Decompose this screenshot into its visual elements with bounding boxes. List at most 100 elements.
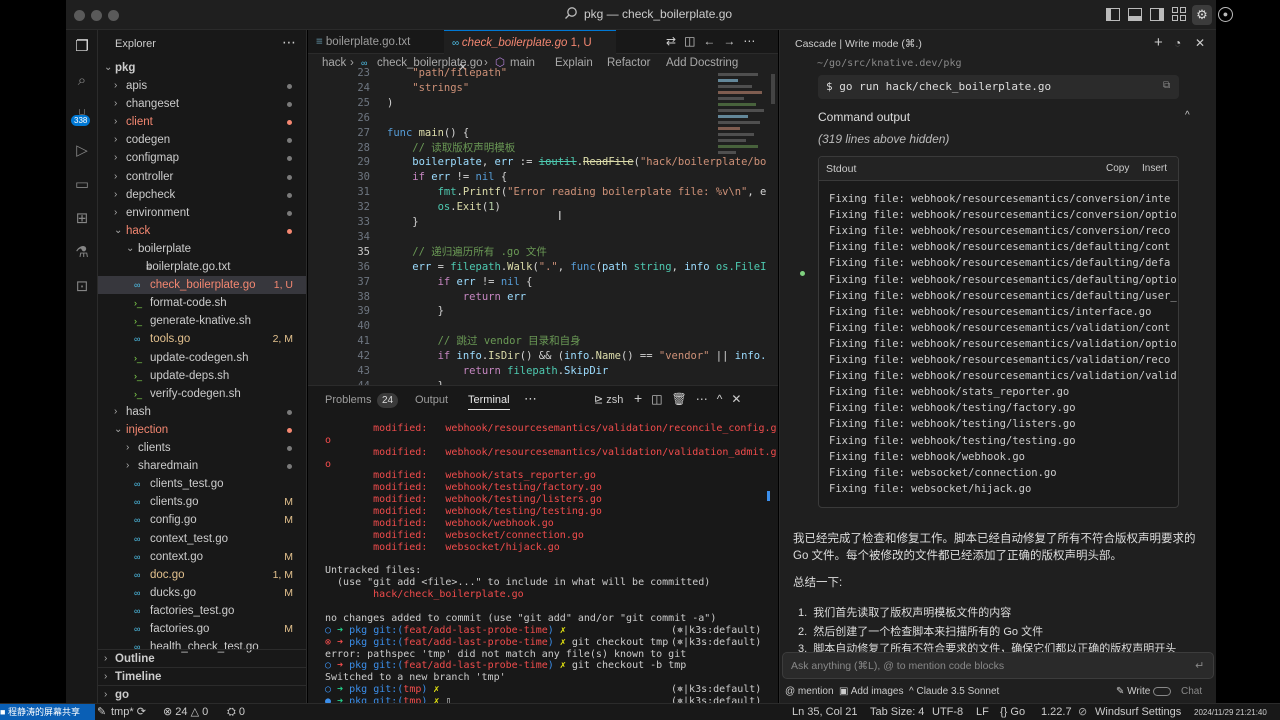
line-ending[interactable]: LF — [976, 704, 989, 720]
code-line[interactable]: 31 fmt.Printf("Error reading boilerplate… — [308, 185, 778, 200]
window-title[interactable]: pkg — check_boilerplate.go — [584, 7, 732, 21]
close-panel-icon[interactable]: ✕ — [731, 392, 750, 406]
tree-item-hash[interactable]: › hash — [98, 403, 306, 421]
tree-item-update-codegen-sh[interactable]: ›_ update-codegen.sh — [98, 349, 306, 367]
tab-output[interactable]: Output — [415, 394, 448, 406]
go-version[interactable]: 1.22.7 — [1041, 704, 1072, 720]
tree-item-depcheck[interactable]: › depcheck — [98, 186, 306, 204]
model-selector[interactable]: ^ Claude 3.5 Sonnet — [909, 686, 999, 697]
tree-item-apis[interactable]: › apis — [98, 77, 306, 95]
toggle-panel-icon[interactable] — [1128, 8, 1142, 21]
history-icon[interactable]: ◔ — [1174, 36, 1181, 50]
outline-section[interactable]: › Outline — [98, 649, 306, 667]
tree-item-boilerplate[interactable]: ⌄ boilerplate — [98, 240, 306, 258]
branch-indicator[interactable]: tmp* ⟳ — [111, 704, 146, 720]
go-back-icon[interactable]: ← — [703, 34, 723, 48]
panel-more-icon[interactable]: ⋯ — [524, 391, 537, 407]
code-line[interactable]: 39 } — [308, 304, 778, 319]
language-mode[interactable]: {} Go — [1000, 704, 1025, 720]
problems-indicator[interactable]: ⊗ 24 △ 0 — [163, 704, 208, 720]
copy-command-icon[interactable]: ⧉ — [1163, 80, 1170, 91]
tree-item-context-test-go[interactable]: ∞ context_test.go — [98, 530, 306, 548]
terminal-scrollbar[interactable] — [767, 491, 770, 501]
code-line[interactable]: 42 if info.IsDir() && (info.Name() == "v… — [308, 349, 778, 364]
remote-explorer-icon[interactable]: ▭ — [72, 175, 92, 195]
windsurf-settings[interactable]: Windsurf Settings — [1095, 704, 1181, 720]
code-line[interactable]: 38 return err — [308, 290, 778, 305]
tree-item-factories-test-go[interactable]: ∞ factories_test.go — [98, 602, 306, 620]
tree-item-doc-go[interactable]: ∞ doc.go 1, M — [98, 566, 306, 584]
command-output-title[interactable]: Command output — [818, 110, 910, 124]
tree-item-factories-go[interactable]: ∞ factories.go M — [98, 620, 306, 638]
code-line[interactable]: 27 func main() { — [308, 126, 778, 141]
tree-item-hack[interactable]: ⌄ hack — [98, 222, 306, 240]
tree-item-client[interactable]: › client — [98, 113, 306, 131]
toggle-secondary-sidebar-icon[interactable] — [1150, 8, 1164, 21]
maximize-panel-icon[interactable]: ^ — [717, 392, 732, 406]
code-line[interactable]: 26 — [308, 111, 778, 126]
tree-item-update-deps-sh[interactable]: ›_ update-deps.sh — [98, 367, 306, 385]
collapse-output-icon[interactable]: ^ — [1185, 110, 1190, 121]
add-images-button[interactable]: ▣ Add images — [839, 686, 904, 697]
explorer-root-folder[interactable]: ⌄ pkg — [98, 59, 306, 77]
zoom-window-button[interactable] — [108, 10, 119, 21]
code-line[interactable]: 30 if err != nil { — [308, 170, 778, 185]
tree-item-clients-go[interactable]: ∞ clients.go M — [98, 493, 306, 511]
tab-terminal[interactable]: Terminal — [468, 394, 510, 410]
run-debug-icon[interactable]: ▷ — [72, 141, 92, 161]
tab-problems[interactable]: Problems — [325, 394, 371, 406]
split-editor-icon[interactable]: ◫ — [684, 34, 703, 48]
chat-input[interactable]: Ask anything (⌘L), @ to mention code blo… — [782, 652, 1214, 679]
kill-terminal-icon[interactable]: 🗑 — [672, 392, 696, 406]
mention-button[interactable]: @ mention — [785, 686, 834, 697]
mode-switch[interactable] — [1153, 686, 1172, 696]
sync-icon[interactable]: ⟳ — [137, 706, 146, 718]
editor-more-icon[interactable]: ⋯ — [743, 34, 763, 48]
encoding[interactable]: UTF-8 — [932, 704, 963, 720]
new-conversation-icon[interactable]: + — [1154, 34, 1163, 51]
tree-item-changeset[interactable]: › changeset — [98, 95, 306, 113]
code-line[interactable]: 34 — [308, 230, 778, 245]
code-line[interactable]: 24 "strings" — [308, 81, 778, 96]
account-icon[interactable]: ● — [1218, 7, 1233, 22]
cursor-position[interactable]: Ln 35, Col 21 — [792, 704, 857, 720]
tree-item-tools-go[interactable]: ∞ tools.go 2, M — [98, 330, 306, 348]
code-line[interactable]: 41 // 跳过 vendor 目录和自身 — [308, 334, 778, 349]
send-icon[interactable]: ↵ — [1195, 659, 1204, 672]
tree-item-clients[interactable]: › clients — [98, 439, 306, 457]
close-cascade-icon[interactable]: ✕ — [1195, 36, 1205, 50]
close-window-button[interactable] — [74, 10, 85, 21]
tree-item-verify-codegen-sh[interactable]: ›_ verify-codegen.sh — [98, 385, 306, 403]
tree-item-check-boilerplate-go[interactable]: ∞ check_boilerplate.go 1, U — [98, 276, 306, 295]
new-terminal-icon[interactable]: + — [634, 390, 651, 406]
minimap[interactable] — [718, 70, 770, 180]
open-changes-icon[interactable]: ⇄ — [666, 34, 684, 48]
windsurf-settings-icon[interactable]: ⚙ — [1192, 5, 1212, 25]
code-editor[interactable]: 23 "path/filepath" 24 "strings" 25) 26 27 fun… — [308, 68, 778, 385]
chat-mode-label[interactable]: Chat — [1181, 686, 1202, 697]
code-line[interactable]: 36 err = filepath.Walk(".", func(path st… — [308, 260, 778, 275]
go-section[interactable]: › go — [98, 685, 306, 703]
code-line[interactable]: 25) — [308, 96, 778, 111]
split-terminal-icon[interactable]: ◫ — [651, 392, 671, 406]
tree-item-generate-knative-sh[interactable]: ›_ generate-knative.sh — [98, 312, 306, 330]
code-line[interactable]: 29 boilerplate, err := ioutil.ReadFile("… — [308, 155, 778, 170]
tree-item-config-go[interactable]: ∞ config.go M — [98, 511, 306, 529]
tree-item-injection[interactable]: ⌄ injection — [98, 421, 306, 439]
docker-icon[interactable]: ⊡ — [72, 277, 92, 297]
code-line[interactable]: 37 if err != nil { — [308, 275, 778, 290]
editor-scrollbar[interactable] — [771, 74, 775, 104]
tree-item-format-code-sh[interactable]: ›_ format-code.sh — [98, 294, 306, 312]
layout-icon[interactable] — [1172, 7, 1186, 21]
timeline-section[interactable]: › Timeline — [98, 667, 306, 685]
tree-item-clients-test-go[interactable]: ∞ clients_test.go — [98, 475, 306, 493]
tab-size[interactable]: Tab Size: 4 — [870, 704, 924, 720]
code-line[interactable]: 23 "path/filepath" — [308, 68, 778, 81]
code-line[interactable]: 28 // 读取版权声明模板 — [308, 141, 778, 156]
code-line[interactable]: 33 } — [308, 215, 778, 230]
tree-item-codegen[interactable]: › codegen — [98, 131, 306, 149]
tree-item-context-go[interactable]: ∞ context.go M — [98, 548, 306, 566]
panel-more-icon[interactable]: ⋯ — [696, 392, 717, 406]
tab-boilerplate-go-txt[interactable]: ≡ boilerplate.go.txt — [308, 30, 442, 54]
tree-item-sharedmain[interactable]: › sharedmain — [98, 457, 306, 475]
